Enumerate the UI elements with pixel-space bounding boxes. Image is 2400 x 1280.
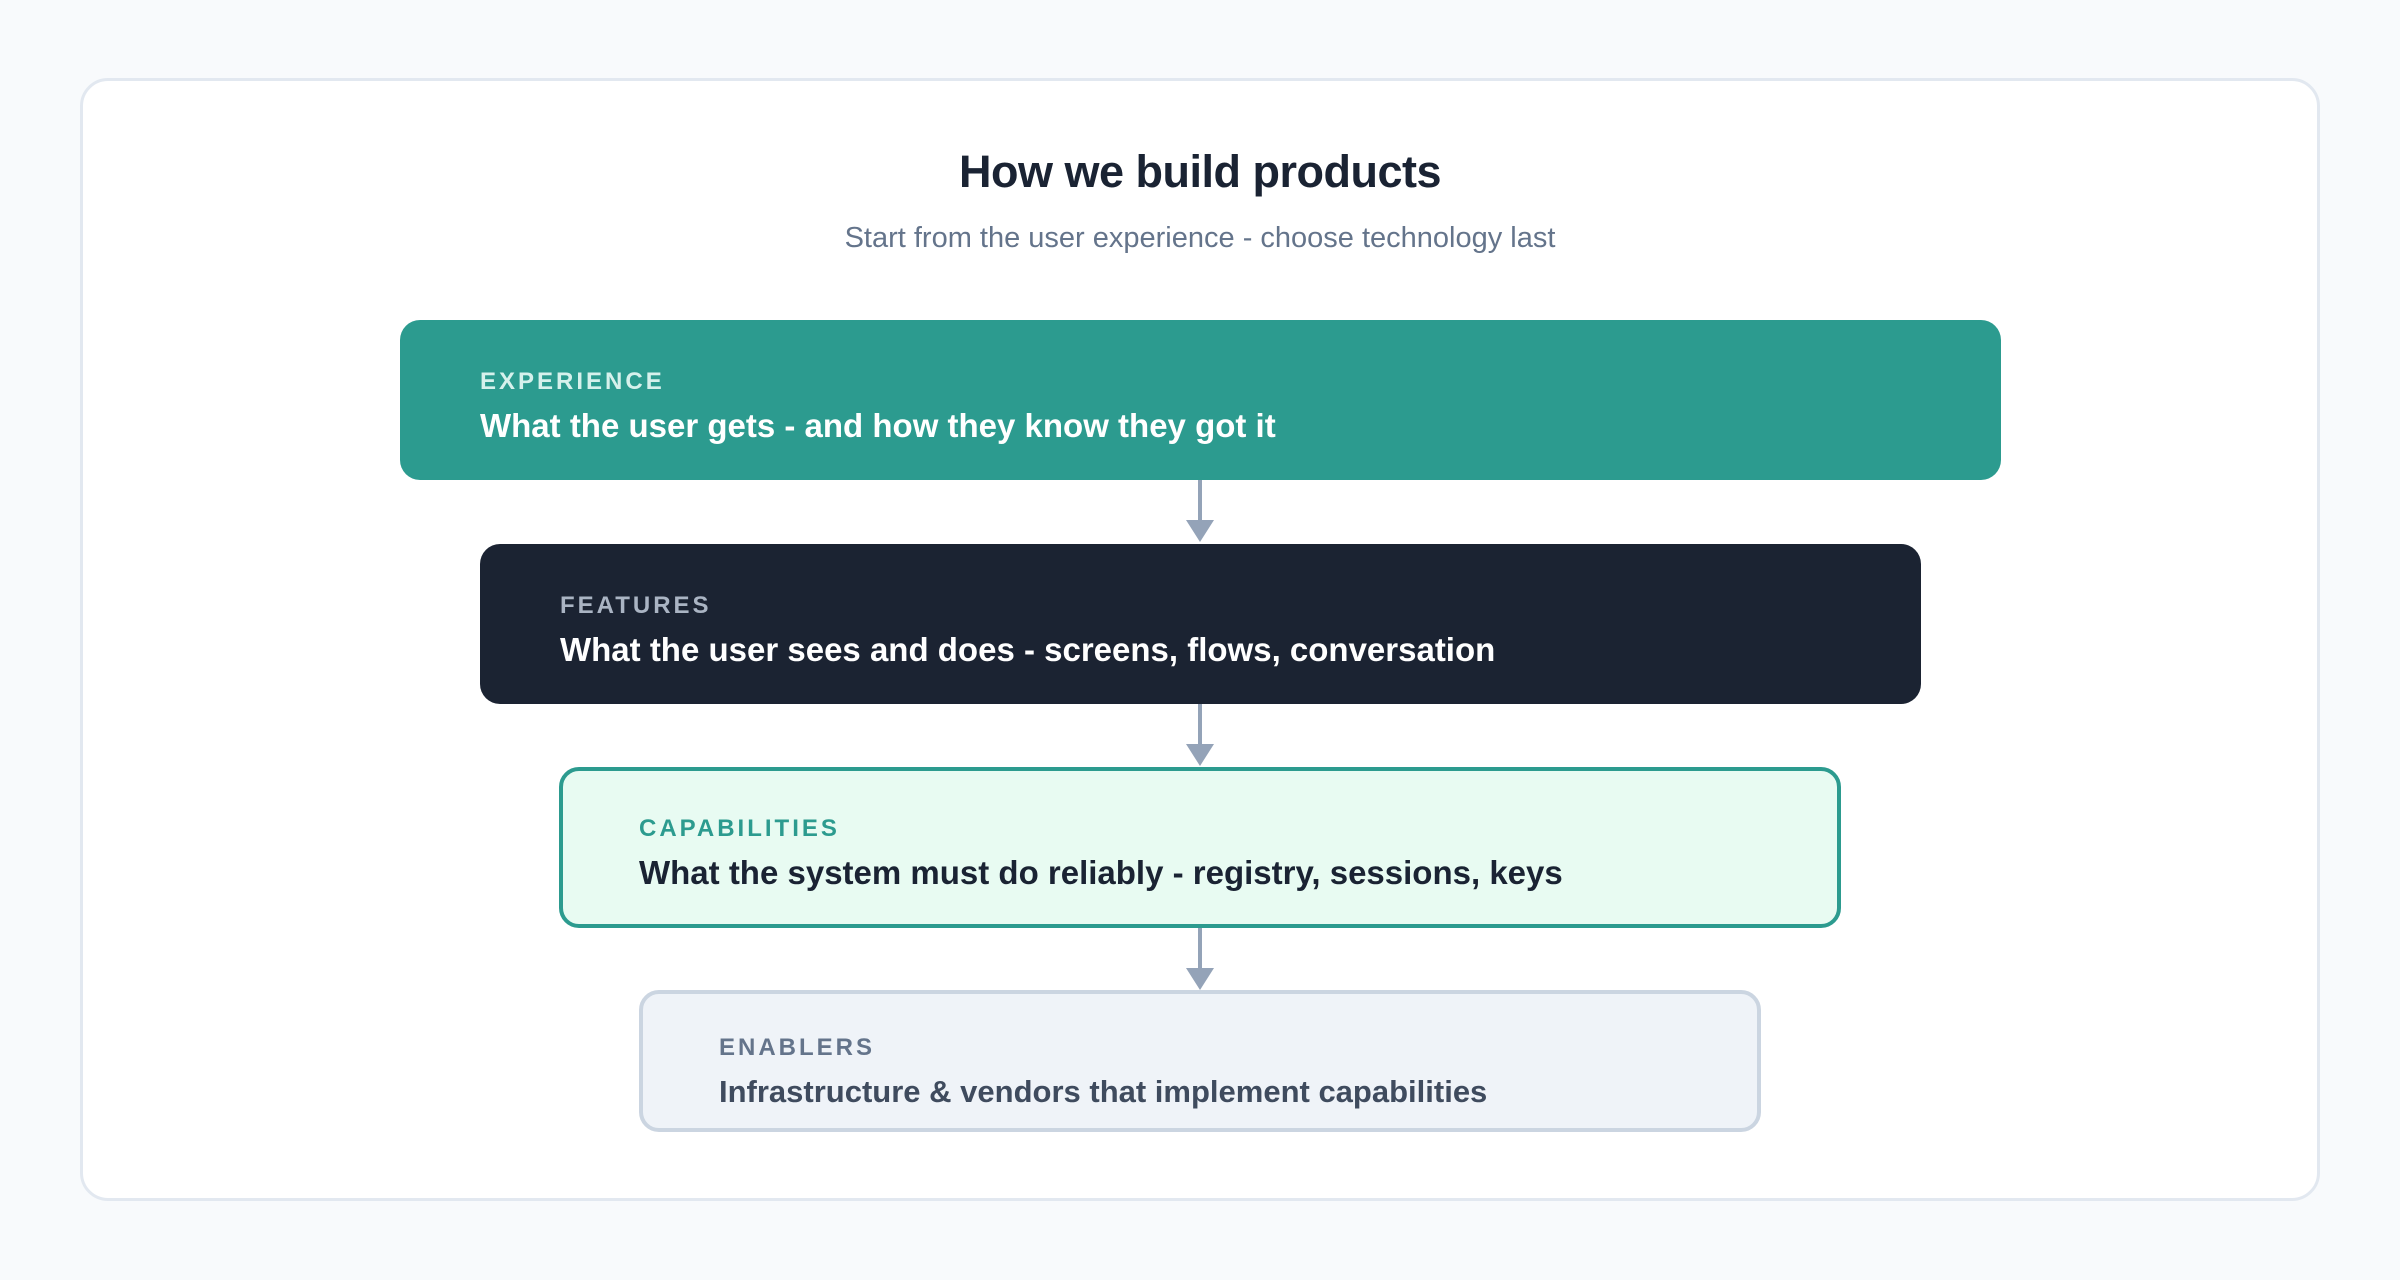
layer-capabilities-description: What the system must do reliably - regis… bbox=[639, 854, 1563, 891]
layer-capabilities-label: CAPABILITIES bbox=[639, 815, 840, 842]
down-arrow-icon bbox=[1186, 928, 1214, 992]
diagram-title: How we build products bbox=[959, 146, 1442, 197]
layer-features-label: FEATURES bbox=[560, 592, 712, 619]
layer-capabilities: CAPABILITIES What the system must do rel… bbox=[559, 767, 1841, 928]
layer-enablers: ENABLERS Infrastructure & vendors that i… bbox=[639, 990, 1761, 1132]
layer-enablers-description: Infrastructure & vendors that implement … bbox=[719, 1074, 1488, 1109]
layer-experience-description: What the user gets - and how they know t… bbox=[480, 407, 1276, 444]
down-arrow-icon bbox=[1186, 704, 1214, 768]
down-arrow-icon bbox=[1186, 480, 1214, 544]
layer-experience: EXPERIENCE What the user gets - and how … bbox=[400, 320, 2001, 480]
layer-experience-label: EXPERIENCE bbox=[480, 368, 665, 395]
layer-features: FEATURES What the user sees and does - s… bbox=[480, 544, 1921, 704]
layer-enablers-label: ENABLERS bbox=[719, 1034, 876, 1061]
diagram-subtitle: Start from the user experience - choose … bbox=[844, 222, 1556, 254]
layer-features-description: What the user sees and does - screens, f… bbox=[560, 631, 1496, 668]
